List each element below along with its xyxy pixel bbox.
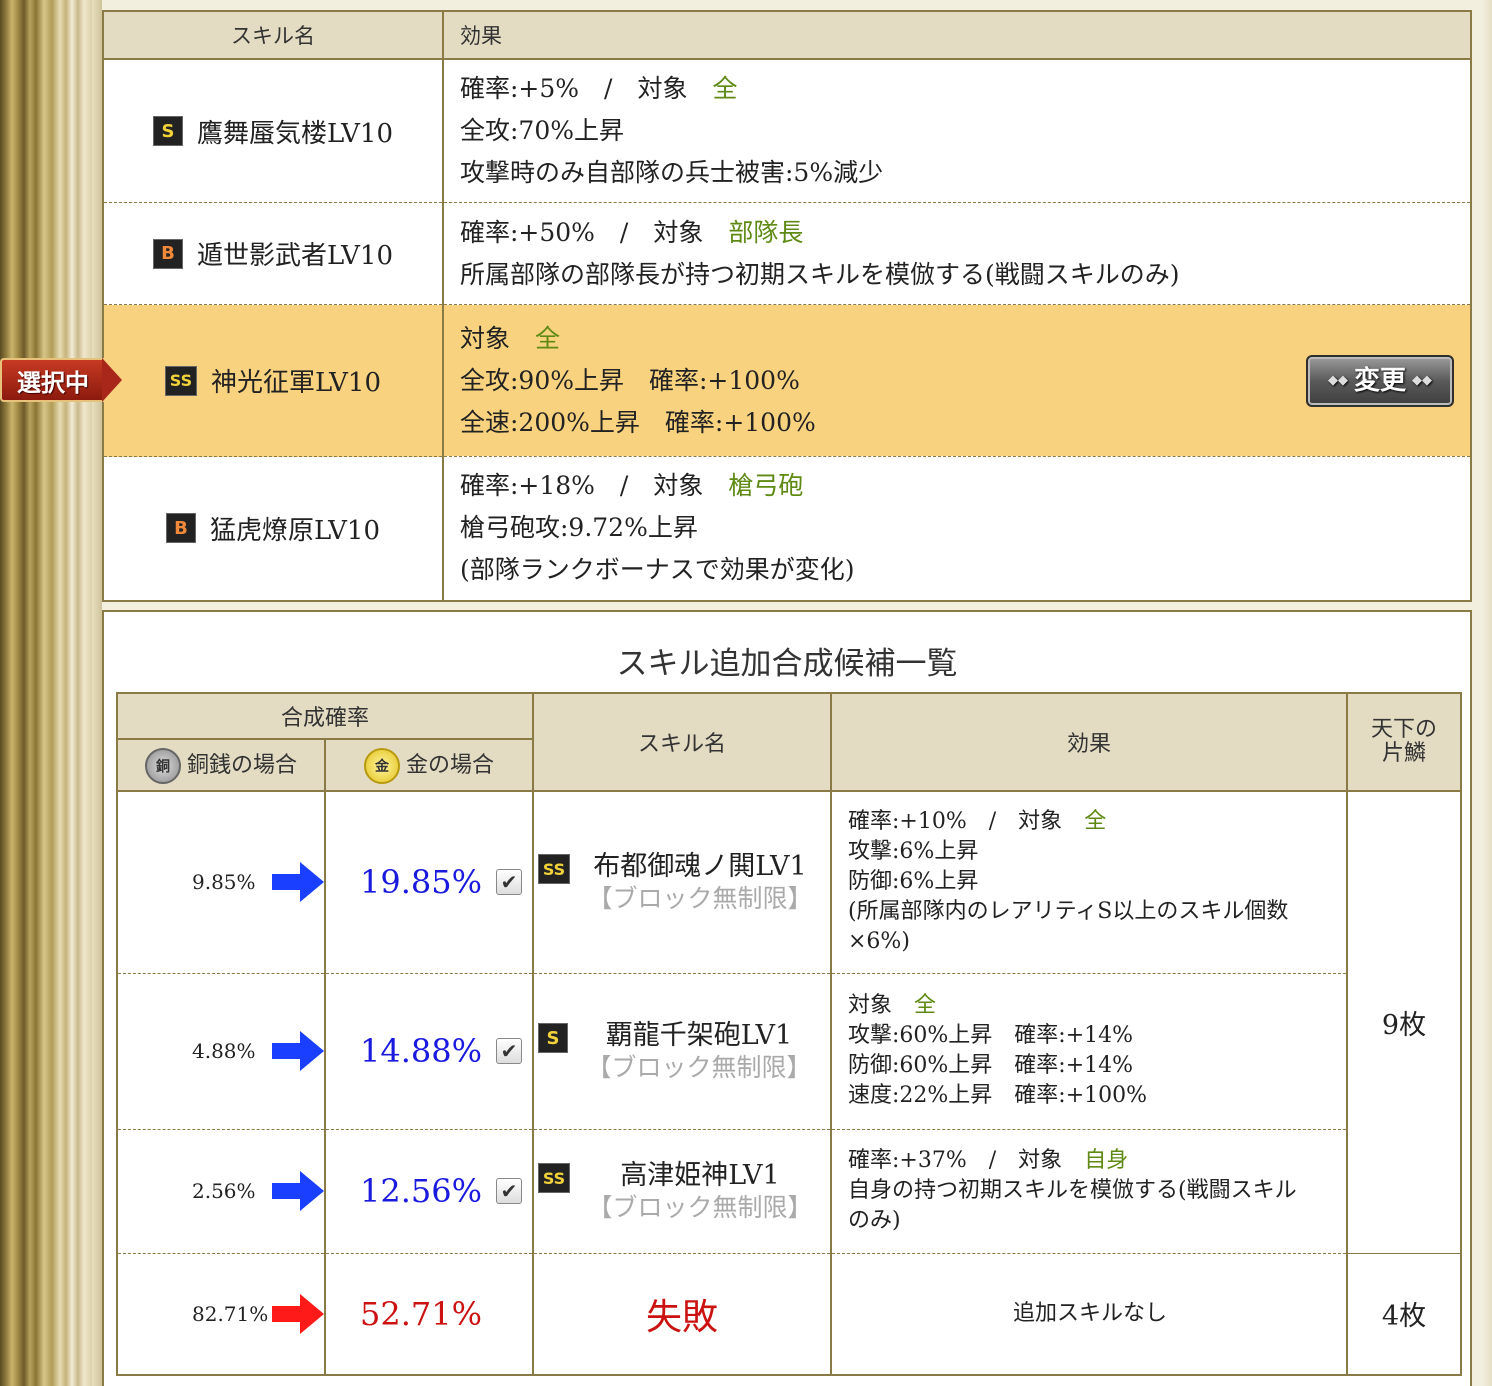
header-copper: 銅銅銭の場合 <box>116 738 326 792</box>
effect-line: (部隊ランクボーナスで効果が変化) <box>460 555 855 585</box>
rank-ss-icon: SS <box>538 854 570 885</box>
candidate-title: スキル追加合成候補一覧 <box>616 646 958 682</box>
effect-line: 攻撃時のみ自部隊の兵士被害:5%減少 <box>460 158 884 187</box>
target-value: 全 <box>535 323 561 353</box>
gold-rate: 12.56% <box>360 1172 483 1210</box>
change-button[interactable]: ◆◆ 変更 ◆◆ <box>1306 354 1454 407</box>
selected-indicator: 選択中 <box>0 358 124 402</box>
target-value: 全 <box>712 74 738 103</box>
effect-line: 全攻:90%上昇 確率:+100% <box>460 365 800 395</box>
skill-name: 遁世影武者LV10 <box>196 241 394 271</box>
fail-row: 82.71% 52.71% 失敗 追加スキルなし 4枚 <box>116 1253 1462 1376</box>
effect-line: 所属部隊の部隊長が持つ初期スキルを模倣する(戦闘スキルのみ) <box>460 259 1180 289</box>
target-value: 全 <box>914 993 937 1018</box>
current-skills-table: スキル名 効果 S 鷹舞蜃気楼LV10 確率:+5% / 対象 全 全攻:70%… <box>102 10 1472 602</box>
candidate-row: 4.88% 14.88% ✔ S 覇龍千架砲LV1 【ブロック無制限】 対象 全… <box>116 973 1461 1130</box>
no-skill-text: 追加スキルなし <box>830 1253 1348 1376</box>
scale-count: 9枚 <box>1346 791 1462 1254</box>
left-frame-inner <box>92 0 102 1386</box>
copper-rate: 2.56% <box>192 1179 256 1203</box>
skill-name: 神光征軍LV10 <box>210 368 382 398</box>
effect-line: 確率:+5% / 対象 <box>460 74 688 103</box>
scale-count-fail: 4枚 <box>1346 1253 1462 1376</box>
header-skill-name: スキル名 <box>103 11 444 60</box>
copper-coin-icon: 銅 <box>144 747 181 784</box>
candidate-skill-name: 覇龍千架砲LV1 <box>605 1020 793 1051</box>
fail-label: 失敗 <box>645 1296 718 1338</box>
copper-rate: 4.88% <box>192 1039 256 1063</box>
skill-name: 猛虎燎原LV10 <box>209 515 381 546</box>
right-frame-edge <box>1482 0 1492 1386</box>
candidate-panel: スキル追加合成候補一覧 合成確率 スキル名 効果 天下の 片鱗 銅銅銭の場合 金… <box>102 610 1472 1386</box>
arrow-right-icon <box>272 1031 324 1071</box>
effect-line: 槍弓砲攻:9.72%上昇 <box>460 513 698 543</box>
header-gold: 金金の場合 <box>324 738 534 792</box>
candidate-row: 9.85% 19.85% ✔ SS 布都御魂ノ閧LV1 【ブロック無制限】 確率… <box>116 791 1462 1254</box>
rank-s-icon: S <box>152 116 183 146</box>
rank-s-icon: S <box>538 1023 568 1053</box>
copper-rate: 82.71% <box>192 1301 269 1326</box>
gold-coin-icon: 金 <box>363 747 400 784</box>
skill-row: B 遁世影武者LV10 確率:+50% / 対象 部隊長 所属部隊の部隊長が持つ… <box>103 202 1471 305</box>
candidate-skill-name: 布都御魂ノ閧LV1 <box>593 851 807 883</box>
effect-line: 対象 <box>460 323 511 353</box>
select-checkbox[interactable]: ✔ <box>496 869 522 896</box>
target-value: 槍弓砲 <box>728 471 804 501</box>
skill-name: 鷹舞蜃気楼LV10 <box>196 118 394 149</box>
block-note: 【ブロック無制限】 <box>586 1053 812 1082</box>
effect-line: 確率:+50% / 対象 <box>460 217 704 247</box>
arrow-right-icon <box>272 1171 324 1211</box>
skill-row: B 猛虎燎原LV10 確率:+18% / 対象 槍弓砲 槍弓砲攻:9.72%上昇… <box>103 456 1471 601</box>
skill-row-selected[interactable]: SS 神光征軍LV10 対象 全 全攻:90%上昇 確率:+100% 全速:20… <box>103 304 1471 457</box>
select-checkbox[interactable]: ✔ <box>496 1038 522 1064</box>
header-effect: 効果 <box>830 692 1348 792</box>
selected-arrow-icon <box>102 358 122 402</box>
block-note: 【ブロック無制限】 <box>587 1193 813 1222</box>
header-scale: 天下の 片鱗 <box>1346 692 1462 792</box>
header-effect: 効果 <box>443 11 1471 60</box>
rank-ss-icon: SS <box>538 1163 570 1193</box>
block-note: 【ブロック無制限】 <box>587 884 813 914</box>
rank-b-icon: B <box>152 238 183 269</box>
header-rate: 合成確率 <box>116 692 534 740</box>
copper-rate: 9.85% <box>192 870 256 895</box>
target-value: 全 <box>1084 809 1107 835</box>
effect-line: 全攻:70%上昇 <box>460 116 624 145</box>
gold-rate: 14.88% <box>360 1032 483 1070</box>
rank-ss-icon: SS <box>164 365 197 396</box>
header-skill-name: スキル名 <box>532 692 832 792</box>
candidate-skill-name: 高津姫神LV1 <box>620 1160 780 1191</box>
diamond-deco-icon: ◆◆ <box>1327 372 1348 388</box>
select-checkbox[interactable]: ✔ <box>496 1178 522 1204</box>
gold-rate-fail: 52.71% <box>360 1294 483 1333</box>
arrow-right-icon <box>272 862 324 903</box>
rank-b-icon: B <box>165 513 196 544</box>
gold-rate: 19.85% <box>360 863 483 902</box>
skill-row: S 鷹舞蜃気楼LV10 確率:+5% / 対象 全 全攻:70%上昇 攻撃時のみ… <box>103 59 1471 203</box>
diamond-deco-icon: ◆◆ <box>1412 372 1432 388</box>
candidate-table: 合成確率 スキル名 効果 天下の 片鱗 銅銅銭の場合 金金の場合 9.85% 1… <box>116 692 1462 1376</box>
candidate-row: 2.56% 12.56% ✔ SS 高津姫神LV1 【ブロック無制限】 確率:+… <box>116 1129 1461 1254</box>
effect-line: 確率:+18% / 対象 <box>460 471 704 501</box>
left-frame-decoration <box>0 0 92 1386</box>
target-value: 部隊長 <box>728 217 804 247</box>
target-value: 自身 <box>1084 1148 1129 1173</box>
arrow-right-red-icon <box>272 1293 324 1334</box>
effect-line: 全速:200%上昇 確率:+100% <box>460 407 816 437</box>
